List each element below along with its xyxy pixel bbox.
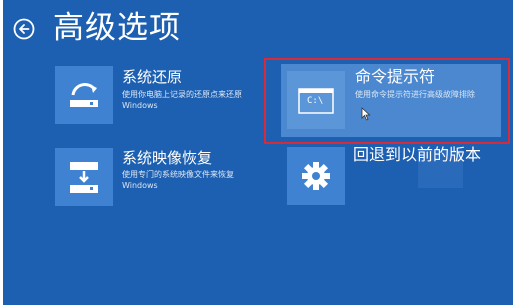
system-image-recovery-desc-line1: 使用专门的系统映像文件来恢复 [122, 170, 234, 179]
system-restore-desc-line2: Windows [122, 101, 158, 110]
system-image-recovery-desc-line2: Windows [122, 181, 158, 190]
go-back-title: 回退到以前的版本 [353, 145, 482, 164]
gear-icon [287, 147, 345, 205]
go-back-option[interactable]: 回退到以前的版本 [287, 145, 507, 211]
system-image-recovery-option[interactable]: 系统映像恢复 使用专门的系统映像文件来恢复 Windows [55, 148, 265, 212]
advanced-options-screen: 高级选项 系统还原 使用你电脑上记录的还原点来还原 Windows C:\ 命令… [3, 0, 513, 305]
system-image-recovery-title: 系统映像恢复 [122, 149, 213, 167]
restore-icon [55, 66, 113, 124]
system-restore-desc-line1: 使用你电脑上记录的还原点来还原 [122, 90, 242, 99]
system-restore-title: 系统还原 [122, 68, 183, 86]
page-title: 高级选项 [53, 10, 181, 46]
highlight-frame [264, 58, 510, 144]
mouse-cursor-icon [361, 107, 371, 121]
system-restore-option[interactable]: 系统还原 使用你电脑上记录的还原点来还原 Windows [55, 66, 265, 130]
image-recovery-icon [55, 148, 113, 206]
back-arrow-icon[interactable] [13, 18, 35, 40]
